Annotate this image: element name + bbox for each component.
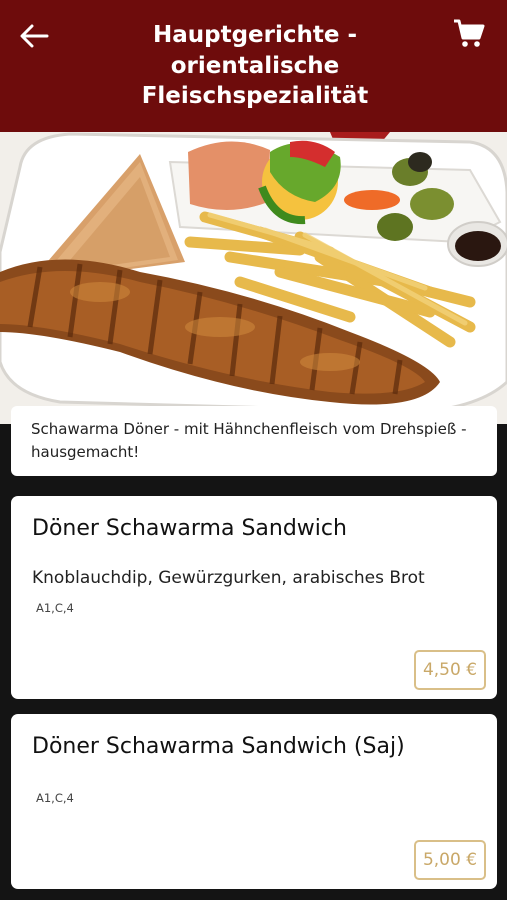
hero-image [0, 132, 507, 424]
app-header: Hauptgerichte - orientalische Fleischspe… [0, 0, 507, 132]
arrow-left-icon [20, 24, 49, 48]
back-button[interactable] [14, 18, 54, 54]
item-name: Döner Schawarma Sandwich (Saj) [32, 734, 405, 759]
item-allergens: A1,C,4 [36, 601, 74, 615]
shopping-cart-icon [454, 19, 485, 47]
price-button[interactable]: 5,00 € [414, 840, 486, 880]
category-description: Schawarma Döner - mit Hähnchenfleisch vo… [31, 420, 467, 461]
menu-item-card[interactable]: Döner Schawarma Sandwich Knoblauchdip, G… [11, 496, 497, 699]
item-description: Knoblauchdip, Gewürzgurken, arabisches B… [32, 568, 425, 588]
item-name: Döner Schawarma Sandwich [32, 516, 347, 541]
cart-button[interactable] [449, 14, 489, 54]
price-button[interactable]: 4,50 € [414, 650, 486, 690]
food-plate-illustration [0, 132, 507, 424]
item-allergens: A1,C,4 [36, 791, 74, 805]
menu-item-card[interactable]: Döner Schawarma Sandwich (Saj) A1,C,4 5,… [11, 714, 497, 889]
category-description-card: Schawarma Döner - mit Hähnchenfleisch vo… [11, 406, 497, 476]
page-title: Hauptgerichte - orientalische Fleischspe… [141, 22, 369, 109]
